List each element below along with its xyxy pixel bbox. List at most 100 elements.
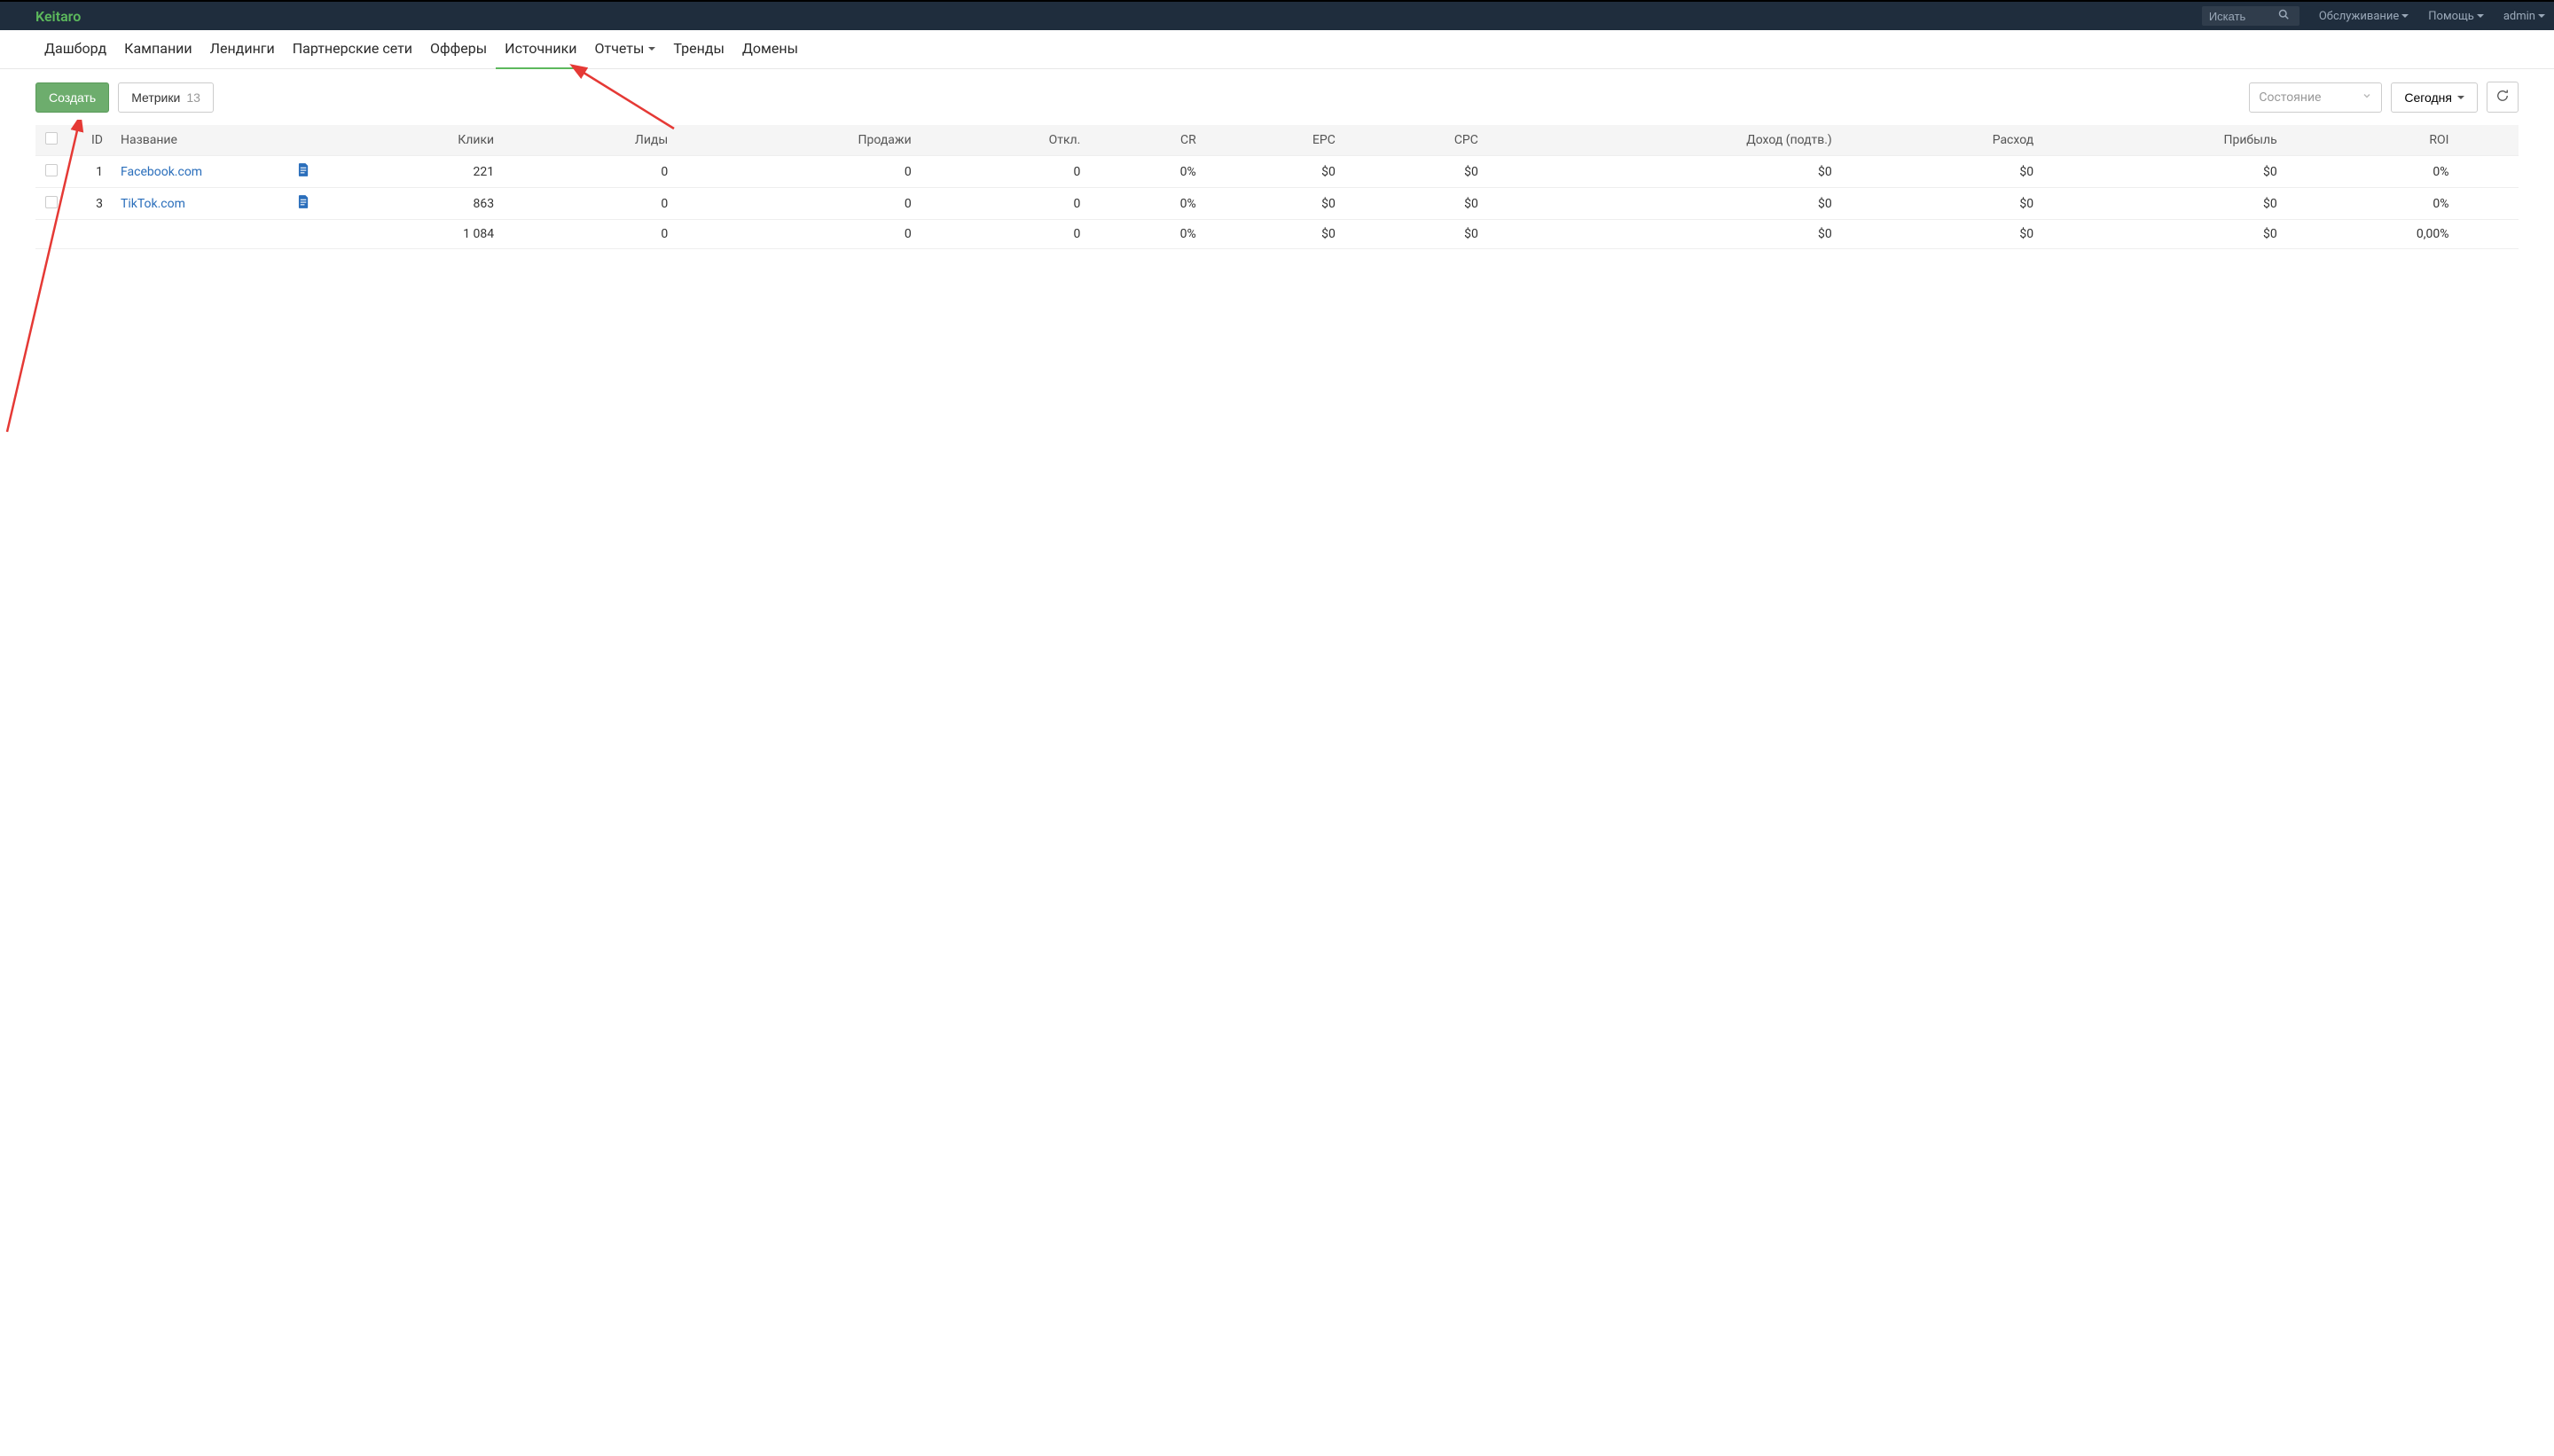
row-sales: 0 [677, 156, 920, 188]
source-name-link[interactable]: TikTok.com [121, 197, 185, 211]
create-button-label: Создать [49, 90, 96, 105]
row-revenue: $0 [1487, 188, 1841, 220]
nav-networks-label: Партнерские сети [293, 40, 412, 57]
row-cpc: $0 [1344, 188, 1487, 220]
toolbar: Создать Метрики 13 Состояние Сегодня [0, 69, 2554, 125]
nav-landings-label: Лендинги [210, 40, 275, 57]
col-cost[interactable]: Расход [1841, 125, 2042, 156]
table-row: 1 Facebook.com 221 0 0 0 0% $0 $0 $0 $0 … [35, 156, 2519, 188]
nav-dashboard[interactable]: Дашборд [35, 30, 115, 69]
topmenu-maintenance-label: Обслуживание [2319, 10, 2399, 23]
source-name-link[interactable]: Facebook.com [121, 165, 202, 179]
col-spacer [2457, 125, 2519, 156]
nav-landings[interactable]: Лендинги [201, 30, 284, 69]
col-leads[interactable]: Лиды [503, 125, 677, 156]
row-revenue: $0 [1487, 156, 1841, 188]
total-cost: $0 [1841, 220, 2042, 249]
search-box[interactable] [2202, 6, 2299, 26]
col-id[interactable]: ID [67, 125, 112, 156]
refresh-icon [2496, 90, 2509, 105]
row-cr: 0% [1089, 156, 1204, 188]
date-range-label: Сегодня [2404, 90, 2452, 105]
total-declines: 0 [921, 220, 1090, 249]
row-epc: $0 [1205, 156, 1344, 188]
nav-reports[interactable]: Отчеты [585, 30, 664, 69]
date-range-button[interactable]: Сегодня [2391, 82, 2478, 113]
refresh-button[interactable] [2487, 82, 2519, 113]
total-profit: $0 [2042, 220, 2286, 249]
col-name[interactable]: Название [112, 125, 289, 156]
metrics-button-label: Метрики [131, 90, 180, 105]
row-clicks: 863 [318, 188, 503, 220]
nav-campaigns[interactable]: Кампании [115, 30, 200, 69]
row-declines: 0 [921, 188, 1090, 220]
row-profit: $0 [2042, 156, 2286, 188]
nav-dashboard-label: Дашборд [44, 40, 106, 57]
row-checkbox[interactable] [45, 164, 58, 176]
nav-trends-label: Тренды [673, 40, 724, 57]
metrics-count: 13 [186, 90, 200, 105]
col-sales[interactable]: Продажи [677, 125, 920, 156]
create-button[interactable]: Создать [35, 82, 109, 113]
state-filter[interactable]: Состояние [2249, 82, 2382, 113]
col-cr[interactable]: CR [1089, 125, 1204, 156]
select-all-checkbox[interactable] [45, 132, 58, 145]
topmenu-maintenance[interactable]: Обслуживание [2319, 10, 2409, 23]
total-cpc: $0 [1344, 220, 1487, 249]
metrics-button[interactable]: Метрики 13 [118, 82, 214, 113]
nav-offers-label: Офферы [430, 40, 487, 57]
nav-sources-label: Источники [505, 40, 576, 57]
nav-campaigns-label: Кампании [124, 40, 192, 57]
topmenu-help-label: Помощь [2428, 10, 2474, 23]
col-declines[interactable]: Откл. [921, 125, 1090, 156]
chevron-down-icon [648, 47, 655, 51]
brand-logo: Keitaro [35, 8, 81, 25]
total-roi: 0,00% [2286, 220, 2458, 249]
nav-offers[interactable]: Офферы [421, 30, 496, 69]
main-nav: Дашборд Кампании Лендинги Партнерские се… [0, 30, 2554, 69]
col-roi[interactable]: ROI [2286, 125, 2458, 156]
total-sales: 0 [677, 220, 920, 249]
search-icon [2278, 9, 2289, 23]
sources-table: ID Название Клики Лиды Продажи Откл. CR … [35, 125, 2519, 249]
topmenu-help[interactable]: Помощь [2428, 10, 2484, 23]
notes-icon[interactable] [298, 198, 309, 212]
topbar: Keitaro Обслуживание Помощь admin [0, 0, 2554, 30]
topmenu-user-label: admin [2503, 10, 2535, 23]
row-roi: 0% [2286, 188, 2458, 220]
col-profit[interactable]: Прибыль [2042, 125, 2286, 156]
row-declines: 0 [921, 156, 1090, 188]
col-notes [289, 125, 318, 156]
chevron-down-icon [2362, 90, 2372, 105]
col-epc[interactable]: EPC [1205, 125, 1344, 156]
col-clicks[interactable]: Клики [318, 125, 503, 156]
total-revenue: $0 [1487, 220, 1841, 249]
table-row: 3 TikTok.com 863 0 0 0 0% $0 $0 $0 $0 $0… [35, 188, 2519, 220]
chevron-down-icon [2401, 14, 2409, 18]
nav-sources[interactable]: Источники [496, 30, 585, 69]
totals-row: 1 084 0 0 0 0% $0 $0 $0 $0 $0 0,00% [35, 220, 2519, 249]
row-cpc: $0 [1344, 156, 1487, 188]
topmenu-user[interactable]: admin [2503, 10, 2545, 23]
col-revenue[interactable]: Доход (подтв.) [1487, 125, 1841, 156]
chevron-down-icon [2457, 96, 2464, 99]
table-header-row: ID Название Клики Лиды Продажи Откл. CR … [35, 125, 2519, 156]
row-sales: 0 [677, 188, 920, 220]
row-clicks: 221 [318, 156, 503, 188]
row-checkbox[interactable] [45, 196, 58, 208]
nav-networks[interactable]: Партнерские сети [284, 30, 421, 69]
nav-domains-label: Домены [742, 40, 798, 57]
notes-icon[interactable] [298, 166, 309, 180]
row-leads: 0 [503, 156, 677, 188]
state-filter-label: Состояние [2259, 90, 2321, 105]
row-roi: 0% [2286, 156, 2458, 188]
row-leads: 0 [503, 188, 677, 220]
search-input[interactable] [2209, 10, 2271, 23]
row-cost: $0 [1841, 188, 2042, 220]
nav-domains[interactable]: Домены [733, 30, 807, 69]
row-cr: 0% [1089, 188, 1204, 220]
nav-trends[interactable]: Тренды [664, 30, 733, 69]
total-epc: $0 [1205, 220, 1344, 249]
col-cpc[interactable]: CPC [1344, 125, 1487, 156]
row-profit: $0 [2042, 188, 2286, 220]
